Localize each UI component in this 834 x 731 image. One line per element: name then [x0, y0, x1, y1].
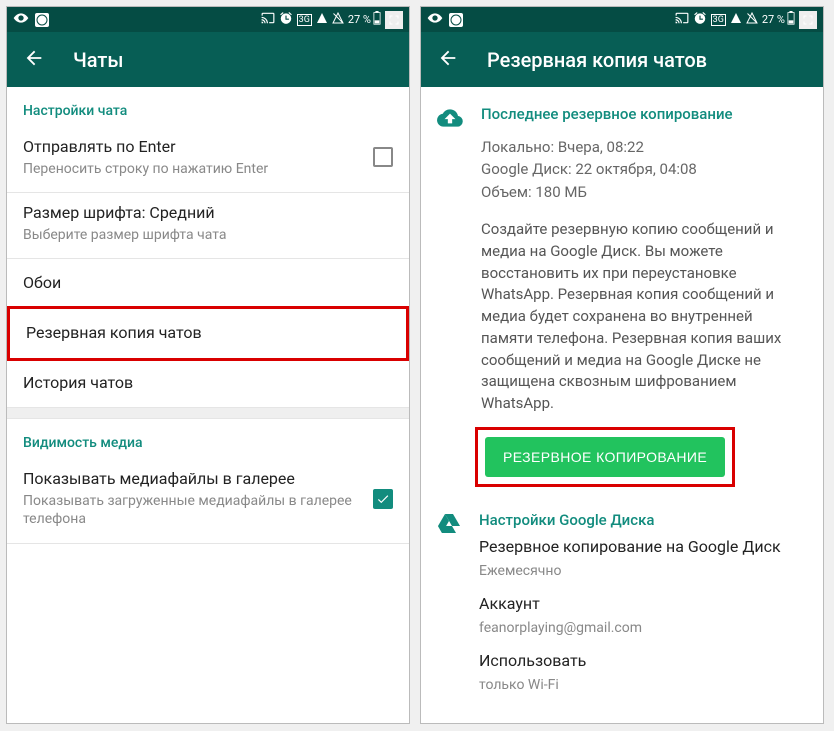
- status-bar: 3G 27 %: [421, 7, 823, 32]
- app-bar: Резервная копия чатов: [421, 32, 823, 87]
- enter-send-item[interactable]: Отправлять по Enter Переносить строку по…: [7, 127, 409, 192]
- alarm-icon: [693, 11, 707, 28]
- battery-icon: [787, 11, 795, 28]
- google-drive-icon: [437, 511, 461, 707]
- teamviewer-icon: [35, 13, 49, 27]
- drive-network-item[interactable]: Использовать только Wi-Fi: [479, 649, 805, 696]
- divider: [7, 543, 409, 544]
- status-bar: 3G 27 %: [7, 7, 409, 32]
- backup-item[interactable]: Резервная копия чатов: [10, 309, 406, 358]
- last-backup-header: Последнее резервное копирование: [481, 103, 805, 126]
- battery-text: 27 %: [762, 13, 785, 26]
- expand-icon: [799, 11, 817, 29]
- wallpaper-item[interactable]: Обои: [7, 259, 409, 308]
- backup-content: Последнее резервное копирование Локально…: [421, 87, 823, 723]
- drive-network-value: только Wi-Fi: [479, 675, 805, 696]
- enter-send-title: Отправлять по Enter: [23, 137, 361, 158]
- cast-icon: [675, 11, 689, 28]
- font-size-title: Размер шрифта: Средний: [23, 203, 393, 224]
- section-media-visibility: Видимость медиа: [7, 419, 409, 459]
- section-chat-settings: Настройки чата: [7, 87, 409, 127]
- history-item[interactable]: История чатов: [7, 359, 409, 408]
- media-gallery-title: Показывать медиафайлы в галерее: [23, 469, 361, 490]
- gdrive-backup-line: Google Диск: 22 октября, 04:08: [481, 158, 805, 181]
- enter-send-sub: Переносить строку по нажатию Enter: [23, 160, 361, 178]
- drive-backup-frequency-item[interactable]: Резервное копирование на Google Диск Еже…: [479, 535, 805, 582]
- phone-left: 3G 27 % Чаты Настройки чата Отправлять п…: [6, 6, 410, 724]
- backup-title: Резервная копия чатов: [26, 323, 390, 344]
- battery-icon: [373, 11, 381, 28]
- enter-send-checkbox[interactable]: [373, 147, 393, 167]
- drive-account-title: Аккаунт: [479, 592, 805, 616]
- history-title: История чатов: [23, 373, 393, 394]
- backup-description: Создайте резервную копию сообщений и мед…: [481, 219, 805, 415]
- chats-settings-content: Настройки чата Отправлять по Enter Перен…: [7, 87, 409, 723]
- eye-icon: [13, 10, 29, 29]
- backup-button[interactable]: РЕЗЕРВНОЕ КОПИРОВАНИЕ: [485, 437, 725, 477]
- backup-item-highlight: Резервная копия чатов: [7, 306, 409, 361]
- network-label: 3G: [297, 14, 312, 26]
- drive-network-title: Использовать: [479, 649, 805, 673]
- section-divider: [7, 407, 409, 419]
- app-bar-title: Чаты: [73, 48, 123, 72]
- alarm-icon: [279, 11, 293, 28]
- network-label: 3G: [711, 14, 726, 26]
- signal-icon: [316, 12, 328, 27]
- media-gallery-item[interactable]: Показывать медиафайлы в галерее Показыва…: [7, 459, 409, 542]
- no-sim-icon: [332, 12, 344, 27]
- signal-icon: [730, 12, 742, 27]
- drive-settings-header: Настройки Google Диска: [479, 509, 805, 532]
- drive-backup-value: Ежемесячно: [479, 561, 805, 582]
- cloud-upload-icon: [437, 105, 463, 495]
- teamviewer-icon: [449, 13, 463, 27]
- backup-size-line: Объем: 180 МБ: [481, 181, 805, 204]
- font-size-sub: Выберите размер шрифта чата: [23, 226, 393, 244]
- drive-backup-title: Резервное копирование на Google Диск: [479, 535, 805, 559]
- drive-account-value: feanorplaying@gmail.com: [479, 618, 805, 639]
- cast-icon: [261, 11, 275, 28]
- battery-text: 27 %: [348, 13, 371, 26]
- media-gallery-sub: Показывать загруженные медиафайлы в гале…: [23, 492, 361, 528]
- eye-icon: [427, 10, 443, 29]
- wallpaper-title: Обои: [23, 273, 393, 294]
- drive-settings-section: Настройки Google Диска Резервное копиров…: [421, 503, 823, 715]
- last-backup-section: Последнее резервное копирование Локально…: [421, 87, 823, 503]
- local-backup-line: Локально: Вчера, 08:22: [481, 136, 805, 159]
- drive-account-item[interactable]: Аккаунт feanorplaying@gmail.com: [479, 592, 805, 639]
- app-bar: Чаты: [7, 32, 409, 87]
- no-sim-icon: [746, 12, 758, 27]
- phone-right: 3G 27 % Резервная копия чатов Последнее …: [420, 6, 824, 724]
- font-size-item[interactable]: Размер шрифта: Средний Выберите размер ш…: [7, 193, 409, 258]
- expand-icon: [385, 11, 403, 29]
- app-bar-title: Резервная копия чатов: [487, 48, 707, 72]
- back-icon[interactable]: [23, 47, 45, 73]
- media-gallery-checkbox[interactable]: [373, 489, 393, 509]
- backup-button-highlight: РЕЗЕРВНОЕ КОПИРОВАНИЕ: [475, 427, 735, 487]
- back-icon[interactable]: [437, 47, 459, 73]
